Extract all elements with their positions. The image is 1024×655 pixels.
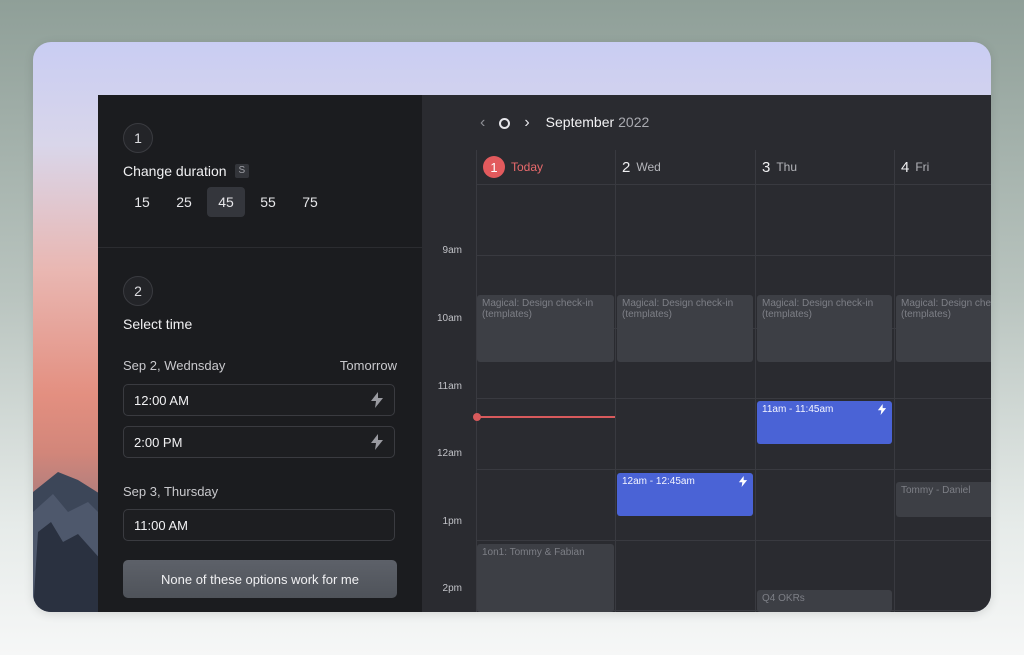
day-header-sep-2: Sep 2, Wednsday Tomorrow <box>123 358 397 373</box>
today-dot-button[interactable] <box>499 117 511 129</box>
column-header-wed[interactable]: 2 Wed <box>615 150 755 184</box>
suggested-slot-event[interactable]: 12am - 12:45am <box>617 473 753 516</box>
time-slot-button[interactable]: 12:00 AM <box>123 384 395 416</box>
current-time-line <box>476 416 615 418</box>
day-label: Sep 3, Thursday <box>123 484 219 499</box>
time-slot-label: 11:00 AM <box>134 517 188 533</box>
duration-options: 15 25 45 55 75 <box>123 187 333 217</box>
suggested-slot-event[interactable]: 11am - 11:45am <box>757 401 892 444</box>
desktop-frame: 1 Change duration S 15 25 45 55 75 2 Sel… <box>33 42 991 612</box>
time-slot-button[interactable]: 2:00 PM <box>123 426 395 458</box>
duration-option-25[interactable]: 25 <box>165 187 203 217</box>
calendar-event[interactable]: Magical: Design check-in (templates) <box>477 295 614 362</box>
lightning-icon <box>371 392 383 408</box>
hour-label-2pm: 2pm <box>442 583 462 594</box>
lightning-icon <box>738 476 748 487</box>
hour-label-9am: 9am <box>442 245 462 256</box>
duration-option-15[interactable]: 15 <box>123 187 161 217</box>
today-date-badge: 1 <box>483 156 505 178</box>
time-slot-label: 2:00 PM <box>134 434 183 450</box>
grid-line <box>476 398 991 399</box>
none-of-these-options-button[interactable]: None of these options work for me <box>123 560 397 598</box>
grid-line <box>476 184 991 185</box>
column-header-fri[interactable]: 4 Fri <box>894 150 991 184</box>
calendar-grid: 1 Today 2 Wed 3 Thu 4 Fri Magical: Desig… <box>476 150 991 612</box>
column-date-number: 4 <box>901 158 910 176</box>
column-day-label: Thu <box>776 160 798 174</box>
event-time-label: 12am - 12:45am <box>622 476 695 487</box>
calendar-event[interactable]: 1on1: Tommy & Fabian <box>477 544 614 612</box>
hour-label-1pm: 1pm <box>442 516 462 527</box>
calendar-event[interactable]: Tommy - Daniel <box>896 482 991 517</box>
column-date-number: 2 <box>622 158 631 176</box>
grid-line <box>476 255 991 256</box>
section-divider <box>98 247 422 248</box>
chevron-left-icon[interactable]: ‹ <box>480 114 485 132</box>
duration-option-45[interactable]: 45 <box>207 187 245 217</box>
chevron-right-icon[interactable]: › <box>524 114 529 132</box>
duration-option-75[interactable]: 75 <box>291 187 329 217</box>
grid-line <box>755 150 756 612</box>
select-time-title: Select time <box>123 316 193 332</box>
event-time-label: 11am - 11:45am <box>762 404 834 415</box>
day-label: Sep 2, Wednsday <box>123 358 226 373</box>
calendar-event[interactable]: Magical: Design check-in (templates) <box>617 295 753 362</box>
duration-option-55[interactable]: 55 <box>249 187 287 217</box>
change-duration-title: Change duration S <box>123 163 250 179</box>
grid-line <box>476 540 991 541</box>
column-day-label: Fri <box>915 160 930 174</box>
calendar-view: ‹ › September 2022 9am 10am 11am 12am 1pm… <box>422 95 991 612</box>
calendar-event[interactable]: Q4 OKRs <box>757 590 892 612</box>
shortcut-key-badge: S <box>234 164 250 178</box>
step-number-2: 2 <box>123 276 153 306</box>
time-slot-label: 12:00 AM <box>134 392 189 408</box>
scheduler-window: 1 Change duration S 15 25 45 55 75 2 Sel… <box>98 95 991 612</box>
column-header-today[interactable]: 1 Today <box>476 150 615 184</box>
calendar-navigation: ‹ › September 2022 <box>480 114 649 132</box>
grid-line <box>476 150 477 612</box>
lightning-icon <box>877 404 887 415</box>
column-header-thu[interactable]: 3 Thu <box>755 150 894 184</box>
calendar-event[interactable]: Magical: Design check-in (templates) <box>757 295 892 362</box>
lightning-icon <box>371 434 383 450</box>
column-day-label: Wed <box>636 160 661 174</box>
hour-label-10am: 10am <box>436 313 462 324</box>
grid-line <box>476 469 991 470</box>
grid-line <box>615 150 616 612</box>
year-label: 2022 <box>618 114 650 130</box>
month-label: September <box>545 114 615 130</box>
change-duration-label: Change duration <box>123 163 227 179</box>
column-date-number: 3 <box>762 158 771 176</box>
scheduling-panel: 1 Change duration S 15 25 45 55 75 2 Sel… <box>98 95 422 612</box>
grid-line <box>894 150 895 612</box>
calendar-event[interactable]: Magical: Design check-in (templates) <box>896 295 991 362</box>
hour-label-12am: 12am <box>436 448 462 459</box>
month-year-label: September 2022 <box>544 114 650 132</box>
hour-label-11am: 11am <box>437 381 462 392</box>
time-slot-button[interactable]: 11:00 AM <box>123 509 395 541</box>
current-time-dot <box>473 413 481 421</box>
step-number-1: 1 <box>123 123 153 153</box>
tomorrow-tag: Tomorrow <box>339 358 397 373</box>
day-header-sep-3: Sep 3, Thursday <box>123 484 397 499</box>
today-label: Today <box>511 160 544 174</box>
